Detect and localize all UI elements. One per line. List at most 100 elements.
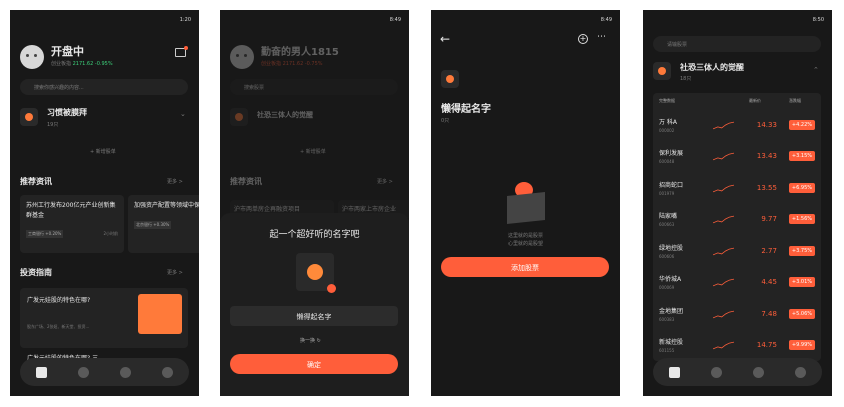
chevron-down-icon[interactable]: ⌄ xyxy=(180,110,186,118)
news-card-1[interactable]: 苏州工行发布200亿元产业创新集群基金 工商银行 +0.20% 2小时前 xyxy=(20,195,124,253)
learn-tab-icon[interactable] xyxy=(120,366,132,378)
stock-code: 000069 xyxy=(659,285,675,291)
search-placeholder: 请输股票 xyxy=(667,42,688,48)
group-name: 社恐三体人的觉醒 xyxy=(680,63,744,72)
group-count: 18只 xyxy=(680,76,692,82)
status-bar: 8:49 xyxy=(431,10,620,30)
empty-text-1: 这里就的是股票 xyxy=(507,233,543,239)
name-sheet: 起一个超好听的名字吧 懒得起名字 换一换 ↻ 确定 xyxy=(220,213,409,396)
page-title: 开盘中 xyxy=(51,45,84,58)
col-price[interactable]: 最新价 xyxy=(749,98,789,104)
table-row[interactable]: 招商蛇口 001979 13.55 +6.95% xyxy=(653,172,821,204)
status-bar: 1:20 xyxy=(10,10,199,30)
table-row[interactable]: 陆家嘴 600663 9.77 +1.56% xyxy=(653,204,821,236)
stock-table: 完整数据 最新价 涨跌幅 万 科A 000002 14.33 +4.22% 保利发展 60… xyxy=(653,93,821,361)
refresh-label: 换一换 xyxy=(300,338,316,344)
search-input: 搜索股票 xyxy=(230,79,398,95)
guide-more-link[interactable]: 更多 > xyxy=(167,269,183,276)
add-stock-button[interactable]: 添加股票 xyxy=(441,257,609,277)
guide-thumbnail xyxy=(138,294,182,334)
chat-tab-icon[interactable] xyxy=(162,366,174,378)
stock-change: +3.01% xyxy=(788,277,815,288)
mail-icon[interactable] xyxy=(175,46,188,57)
stock-change: +5.06% xyxy=(788,308,815,319)
col-name[interactable]: 完整数据 xyxy=(659,98,749,104)
sparkline xyxy=(713,121,735,129)
col-change[interactable]: 涨跌幅 xyxy=(789,98,801,104)
sparkline xyxy=(713,341,735,350)
stock-price: 13.55 xyxy=(756,183,777,192)
add-stock-list-button: + 新增股单 xyxy=(300,149,326,155)
news-more-link: 更多 > xyxy=(377,179,393,185)
table-row[interactable]: 华侨城A 000069 4.45 +3.01% xyxy=(653,267,821,299)
group-title: 懒得起名字 xyxy=(441,104,491,115)
table-row[interactable]: 保利发展 600048 13.43 +3.15% xyxy=(653,141,821,173)
home-tab-icon[interactable] xyxy=(35,366,47,378)
screen-group-detail: 8:50 请输股票 社恐三体人的觉醒 18只 ⌃ 完整数据 最新价 涨跌幅 万 … xyxy=(643,10,832,396)
chat-tab-icon[interactable] xyxy=(795,366,807,378)
empty-box-illustration xyxy=(505,180,547,224)
news-heading: 推荐资讯 xyxy=(20,177,52,186)
table-row[interactable]: 新城控股 601155 14.75 +9.99% xyxy=(653,330,821,362)
search-input[interactable]: 搜索你感兴趣的内容... xyxy=(20,79,188,95)
stock-change: +3.15% xyxy=(788,151,815,162)
news-heading: 推荐资讯 xyxy=(230,177,262,186)
avatar xyxy=(230,45,254,69)
avatar[interactable] xyxy=(20,45,44,69)
name-input[interactable]: 懒得起名字 xyxy=(230,306,398,326)
stock-name: 华侨城A xyxy=(659,276,682,284)
stock-change: +1.56% xyxy=(788,214,815,225)
table-row[interactable]: 金地集团 600383 7.48 +5.06% xyxy=(653,298,821,330)
stock-code: 600606 xyxy=(659,253,675,259)
status-time: 8:49 xyxy=(600,17,612,23)
news-card-2[interactable]: 加强资产配置等领域中保投资公司与北京 北京银行 +0.30% xyxy=(128,195,199,253)
stock-code: 000002 xyxy=(659,127,675,133)
status-bar: 8:49 xyxy=(220,10,409,30)
status-bar: 8:50 xyxy=(643,10,832,30)
bottom-nav xyxy=(20,358,189,386)
group-icon xyxy=(230,108,248,126)
stock-name: 万 科A xyxy=(659,118,678,126)
search-placeholder: 搜索你感兴趣的内容... xyxy=(34,85,84,91)
refresh-button[interactable]: 换一换 ↻ xyxy=(300,337,321,344)
empty-text-2: 心里就的是股望 xyxy=(507,241,543,247)
group-name[interactable]: 习惯被膜拜 xyxy=(47,107,87,118)
stock-name: 保利发展 xyxy=(659,150,684,158)
edit-icon[interactable] xyxy=(327,284,336,293)
sparkline xyxy=(713,247,735,255)
money-tab-icon[interactable] xyxy=(710,366,722,378)
index-name: 创业板指 xyxy=(51,61,72,67)
news-title-1: 苏州工行发布200亿元产业创新集群基金 xyxy=(26,202,116,219)
name-input-value: 懒得起名字 xyxy=(296,313,332,321)
bottom-nav xyxy=(653,358,822,386)
group-name: 社恐三体人的觉醒 xyxy=(257,111,313,119)
back-arrow-icon[interactable]: ← xyxy=(440,32,450,46)
add-stock-list-button[interactable]: + 新增股单 xyxy=(90,148,116,155)
money-tab-icon[interactable] xyxy=(77,366,89,378)
search-input[interactable]: 请输股票 xyxy=(653,36,821,52)
guide-card-1[interactable]: 广发元娃股的特色在哪? 股东广场、2张妞、新天堂、投资... xyxy=(20,288,188,348)
group-count: 19只 xyxy=(47,122,59,128)
confirm-label: 确定 xyxy=(307,361,321,369)
news-more-link[interactable]: 更多 > xyxy=(167,178,183,185)
home-tab-icon[interactable] xyxy=(668,366,680,378)
table-row[interactable]: 万 科A 000002 14.33 +4.22% xyxy=(653,109,821,141)
status-time: 8:50 xyxy=(812,17,824,23)
stock-name: 招商蛇口 xyxy=(659,181,684,189)
stock-change: +3.75% xyxy=(788,245,815,256)
confirm-button[interactable]: 确定 xyxy=(230,354,398,374)
index-change: -0.95% xyxy=(94,61,113,67)
sparkline xyxy=(713,278,735,287)
table-row[interactable]: 绿地控股 600606 2.77 +3.75% xyxy=(653,235,821,267)
sheet-title: 起一个超好听的名字吧 xyxy=(269,230,360,240)
more-icon[interactable]: ⋯ xyxy=(597,32,606,42)
status-time: 8:49 xyxy=(389,17,401,23)
add-circle-icon[interactable]: + xyxy=(578,34,588,44)
stock-name: 绿地控股 xyxy=(659,244,684,252)
planet-avatar[interactable] xyxy=(296,253,336,293)
stock-price: 4.45 xyxy=(761,278,777,287)
screen-empty-group: 8:49 ← + ⋯ 懒得起名字 0只 这里就的是股票 心里就的是股望 添加股票 xyxy=(431,10,620,396)
news-tag-1: 工商银行 +0.20% xyxy=(26,230,64,238)
learn-tab-icon[interactable] xyxy=(753,366,765,378)
chevron-up-icon[interactable]: ⌃ xyxy=(813,66,819,74)
